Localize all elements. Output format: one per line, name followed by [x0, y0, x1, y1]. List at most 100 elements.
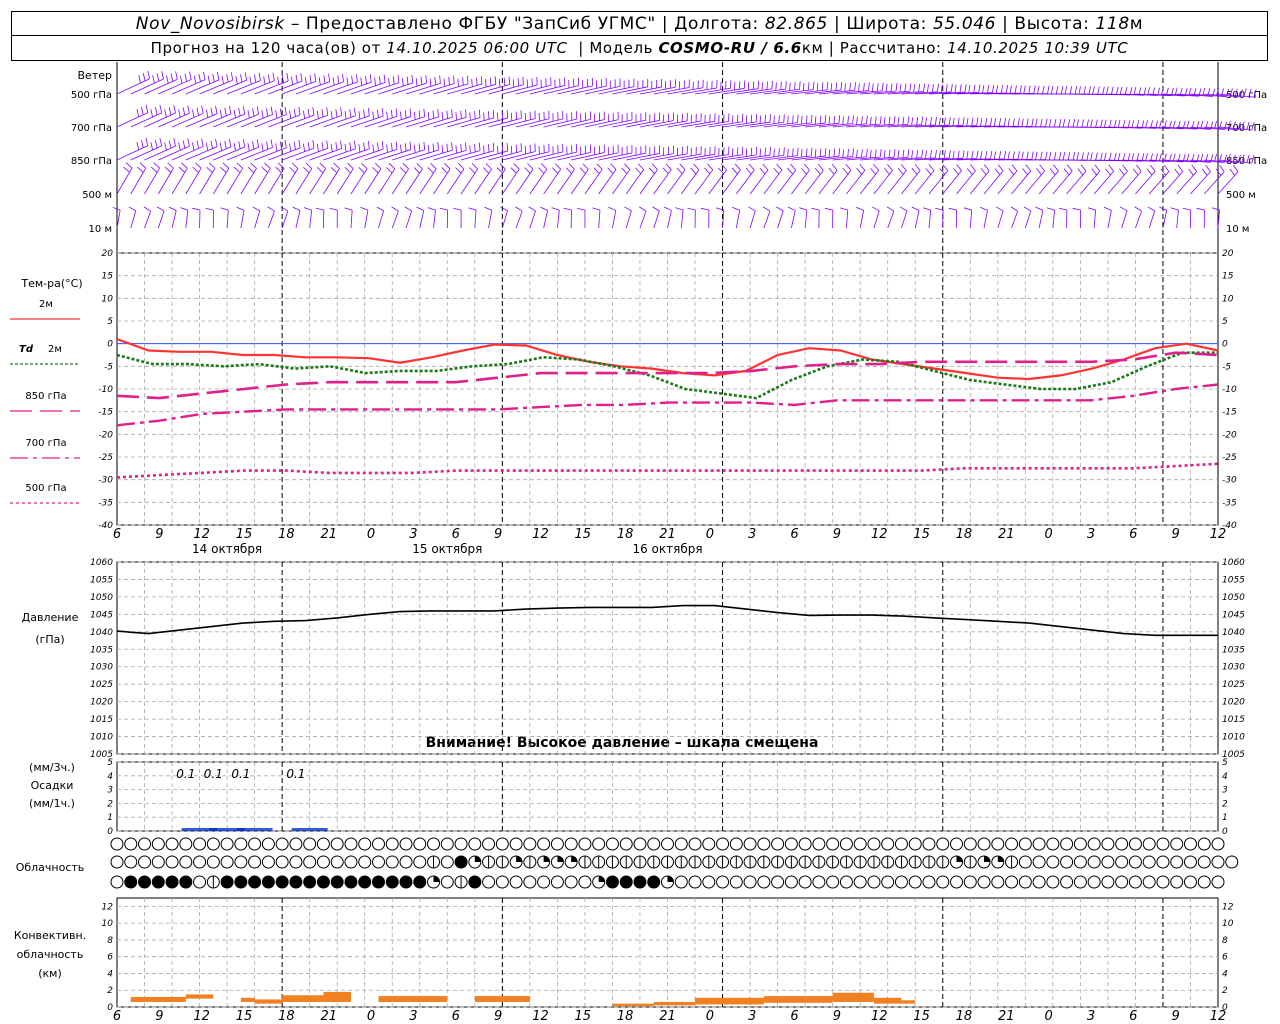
wind-barb-feather: [196, 107, 200, 116]
cloud-symbol: [316, 837, 330, 851]
cloud-symbol: [289, 875, 303, 889]
wind-barb-staff: [942, 170, 962, 195]
wind-barb-feather: [807, 82, 810, 91]
cloud-circle: [371, 875, 385, 889]
wind-barb-feather: [198, 73, 201, 82]
wind-barb: [474, 163, 492, 195]
wind-barb-feather: [916, 116, 919, 126]
wind-barb-feather: [953, 168, 959, 175]
cloud-circle: [303, 875, 317, 889]
wind-barb-feather: [962, 150, 965, 159]
wind-barb-feather: [411, 74, 414, 83]
cloud-symbol: [922, 875, 936, 889]
legend-label: 2м: [39, 299, 53, 310]
cloud-circle: [1087, 837, 1101, 851]
wind-barb-feather: [483, 145, 485, 154]
wind-barb-feather: [985, 150, 988, 159]
cloud-symbol: [206, 875, 220, 889]
wind-barb-staff: [157, 167, 174, 195]
wind-barb-feather: [801, 149, 803, 158]
cloud-quarter-fill: [571, 856, 578, 862]
wind-barb-feather: [164, 142, 167, 151]
wind-barb-staff: [144, 167, 161, 195]
cloud-symbol: [385, 837, 399, 851]
wind-barb: [446, 163, 465, 195]
wind-barb-feather: [474, 110, 476, 120]
wind-barb-feather: [528, 206, 536, 212]
wind-barb: [928, 164, 949, 195]
wind-barb-staff: [956, 170, 976, 195]
wind-barb: [116, 137, 149, 161]
wind-barb-staff: [735, 210, 741, 229]
wind-barb-feather: [1115, 86, 1119, 95]
wind-barb-feather: [938, 150, 941, 159]
wind-barb-feather: [402, 162, 409, 170]
cloud-circle: [867, 837, 881, 851]
cloud-circle: [358, 837, 372, 851]
wind-barb-feather: [344, 167, 351, 174]
wind-barb: [405, 108, 439, 128]
wind-barb-feather: [1019, 85, 1022, 94]
wind-barb-staff: [116, 167, 133, 195]
cloud-circle: [275, 837, 289, 851]
wind-barb: [872, 206, 880, 229]
wind-barb: [185, 138, 218, 161]
wind-barb-feather: [1060, 85, 1064, 94]
wind-barb-staff: [722, 210, 725, 229]
wind-barb-feather: [732, 206, 740, 211]
wind-barb-feather: [374, 77, 376, 86]
wind-barb-feather: [828, 116, 831, 125]
wind-barb-staff: [378, 82, 413, 95]
cloud-circle: [1005, 837, 1019, 851]
wind-barb-feather: [423, 141, 426, 150]
cloud-circle: [1018, 855, 1032, 869]
wind-barb-feather: [1102, 86, 1105, 95]
cloud-symbol: [316, 855, 330, 869]
wind-barb-feather: [263, 76, 266, 85]
wind-barb-feather: [212, 73, 215, 82]
wind-barb-feather: [242, 139, 246, 148]
wind-barb-feather: [799, 207, 808, 211]
wind-barb-staff: [392, 116, 425, 128]
cloud-circle: [440, 837, 454, 851]
wind-barb: [1072, 207, 1081, 229]
wind-barb-feather: [1040, 118, 1043, 127]
precip-amount-label: 0.1: [286, 767, 305, 781]
cloud-circle: [1183, 837, 1197, 851]
cloud-circle: [151, 875, 165, 889]
wind-barb-staff: [240, 168, 257, 195]
cloud-circle: [1060, 837, 1074, 851]
wind-barb-feather: [374, 162, 382, 170]
conv-title-2: облачность: [17, 948, 84, 961]
wind-barb: [350, 74, 386, 95]
wind-barb-feather: [229, 138, 232, 147]
wind-barb-feather: [1045, 151, 1048, 160]
cloud-circle: [193, 875, 207, 889]
temp-ytick-left: 10: [102, 294, 114, 304]
cloud-circle: [440, 855, 454, 869]
conv-tick-label: 12: [193, 1009, 210, 1024]
wind-barb-feather: [416, 162, 423, 170]
wind-barb-feather: [1202, 168, 1208, 176]
wind-barb-feather: [181, 162, 188, 169]
wind-barb-feather: [1031, 118, 1034, 127]
wind-barb-feather: [363, 142, 366, 151]
wind-barb: [171, 105, 204, 128]
wind-barb: [1039, 119, 1076, 128]
cloud-symbol: [812, 837, 826, 851]
wind-level-label-left: 500 гПа: [71, 90, 112, 101]
cloud-circle: [826, 875, 840, 889]
wind-barb-staff: [997, 210, 1004, 229]
wind-barb-staff: [529, 118, 563, 128]
temp-ytick-right: -35: [1222, 498, 1237, 508]
wind-barb-feather: [277, 76, 280, 85]
cloud-circle: [1156, 875, 1170, 889]
wind-barb-feather: [593, 167, 600, 174]
cloud-symbol: [1032, 875, 1046, 889]
wind-barb-staff: [873, 170, 893, 195]
cloud-symbol: [771, 837, 785, 851]
wind-barb-feather: [154, 140, 158, 149]
wind-barb-feather: [409, 108, 412, 117]
cloud-circle: [399, 875, 413, 889]
wind-barb: [515, 206, 523, 229]
